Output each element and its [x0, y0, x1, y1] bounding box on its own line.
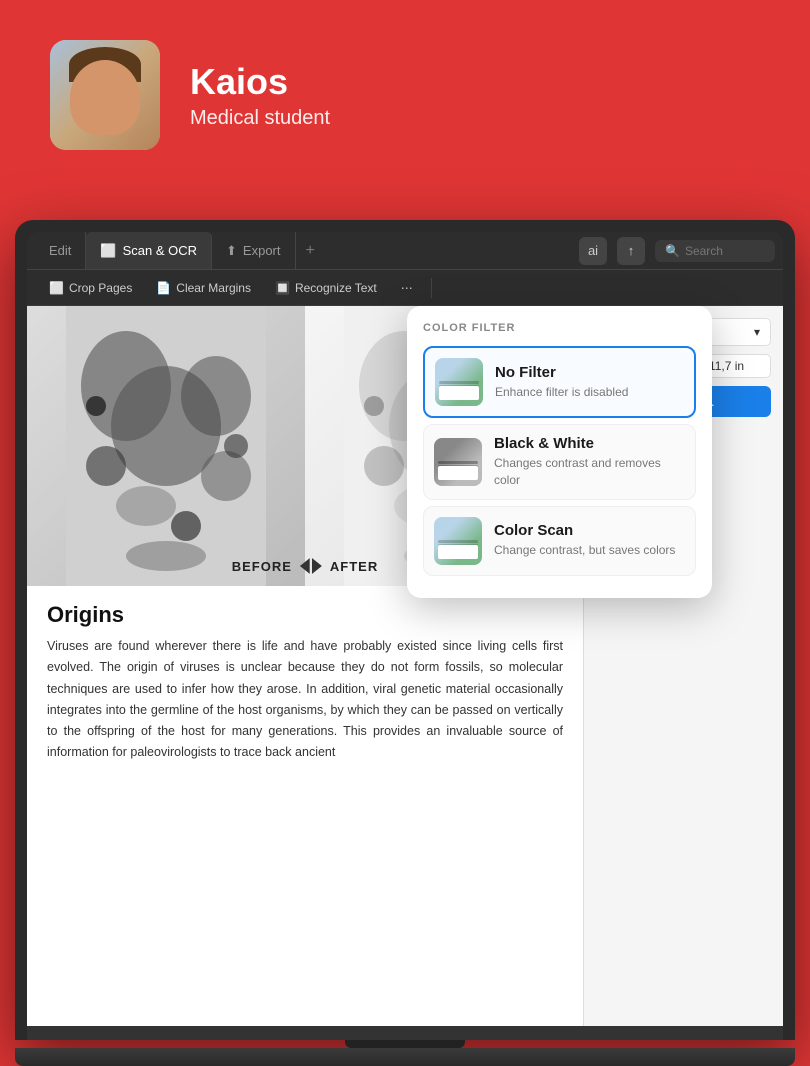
profile-section: Kaios Medical student [0, 0, 810, 180]
laptop-notch [345, 1040, 465, 1048]
arrow-left-icon[interactable] [300, 558, 310, 574]
tab-scan-ocr-label: Scan & OCR [123, 243, 197, 258]
tab-edit[interactable]: Edit [35, 232, 86, 269]
tab-right-controls: ai ↑ 🔍 Search [579, 237, 775, 265]
tab-add-button[interactable]: + [296, 242, 325, 260]
scan-icon: ⬜ [100, 243, 116, 259]
share-icon: ↑ [628, 243, 635, 258]
search-bar[interactable]: 🔍 Search [655, 240, 775, 262]
black-white-desc: Changes contrast and removes color [494, 455, 685, 489]
tab-export[interactable]: ⬆ Export [212, 232, 295, 269]
black-white-option[interactable]: Black & White Changes contrast and remov… [423, 424, 696, 500]
crop-icon: ⬜ [49, 281, 64, 295]
ai-icon: ai [588, 243, 598, 258]
color-scan-thumbnail [434, 517, 482, 565]
crop-pages-button[interactable]: ⬜ Crop Pages [39, 277, 142, 299]
profile-info: Kaios Medical student [190, 60, 330, 130]
ai-icon-button[interactable]: ai [579, 237, 607, 265]
laptop-frame: Edit ⬜ Scan & OCR ⬆ Export + ai ↑ [0, 220, 810, 1050]
clear-margins-button[interactable]: 📄 Clear Margins [146, 277, 261, 299]
search-placeholder: Search [685, 244, 723, 258]
tab-scan-ocr[interactable]: ⬜ Scan & OCR [86, 232, 212, 269]
color-scan-info: Color Scan Change contrast, but saves co… [494, 522, 685, 559]
recognize-text-button[interactable]: 🔲 Recognize Text [265, 277, 387, 299]
recognize-text-label: Recognize Text [295, 281, 377, 295]
crop-pages-label: Crop Pages [69, 281, 132, 295]
after-label: AFTER [330, 559, 378, 574]
main-content: BEFORE AFTER Origins Viruses are found w… [27, 306, 783, 1026]
avatar [50, 40, 160, 150]
no-filter-thumbnail [435, 358, 483, 406]
text-content: Origins Viruses are found wherever there… [27, 586, 583, 780]
no-filter-desc: Enhance filter is disabled [495, 384, 684, 401]
search-icon: 🔍 [665, 244, 680, 258]
profile-name: Kaios [190, 60, 330, 103]
navigation-arrows[interactable] [300, 558, 322, 574]
chevron-down-icon: ▾ [754, 325, 760, 339]
no-filter-option[interactable]: No Filter Enhance filter is disabled [423, 346, 696, 418]
laptop-base [15, 1048, 795, 1066]
black-white-thumbnail [434, 438, 482, 486]
laptop-chin [27, 1026, 783, 1040]
color-filter-title: COLOR FILTER [423, 322, 696, 334]
tab-bar: Edit ⬜ Scan & OCR ⬆ Export + ai ↑ [27, 232, 783, 270]
no-filter-info: No Filter Enhance filter is disabled [495, 364, 684, 401]
share-icon-button[interactable]: ↑ [617, 237, 645, 265]
more-button[interactable]: ⋯ [391, 277, 423, 299]
profile-title: Medical student [190, 107, 330, 130]
laptop-screen: Edit ⬜ Scan & OCR ⬆ Export + ai ↑ [27, 232, 783, 1026]
tab-edit-label: Edit [49, 243, 71, 258]
color-filter-popup: COLOR FILTER No Filter Enhance filter is… [407, 306, 712, 598]
toolbar: ⬜ Crop Pages 📄 Clear Margins 🔲 Recognize… [27, 270, 783, 306]
image-before [27, 306, 305, 586]
document-title: Origins [47, 602, 563, 628]
no-filter-name: No Filter [495, 364, 684, 381]
clear-margins-label: Clear Margins [176, 281, 251, 295]
more-icon: ⋯ [401, 281, 413, 295]
height-value: 11,7 in [709, 359, 744, 373]
toolbar-divider [431, 278, 432, 298]
black-white-name: Black & White [494, 435, 685, 452]
upload-icon: ⬆ [226, 243, 237, 259]
margins-icon: 📄 [156, 281, 171, 295]
laptop-body: Edit ⬜ Scan & OCR ⬆ Export + ai ↑ [15, 220, 795, 1040]
color-scan-option[interactable]: Color Scan Change contrast, but saves co… [423, 506, 696, 576]
before-after-label: BEFORE AFTER [232, 558, 379, 574]
document-body: Viruses are found wherever there is life… [47, 636, 563, 764]
arrow-right-icon[interactable] [312, 558, 322, 574]
tab-export-label: Export [243, 243, 281, 258]
before-label: BEFORE [232, 559, 292, 574]
recognize-icon: 🔲 [275, 281, 290, 295]
black-white-info: Black & White Changes contrast and remov… [494, 435, 685, 489]
color-scan-desc: Change contrast, but saves colors [494, 542, 685, 559]
color-scan-name: Color Scan [494, 522, 685, 539]
